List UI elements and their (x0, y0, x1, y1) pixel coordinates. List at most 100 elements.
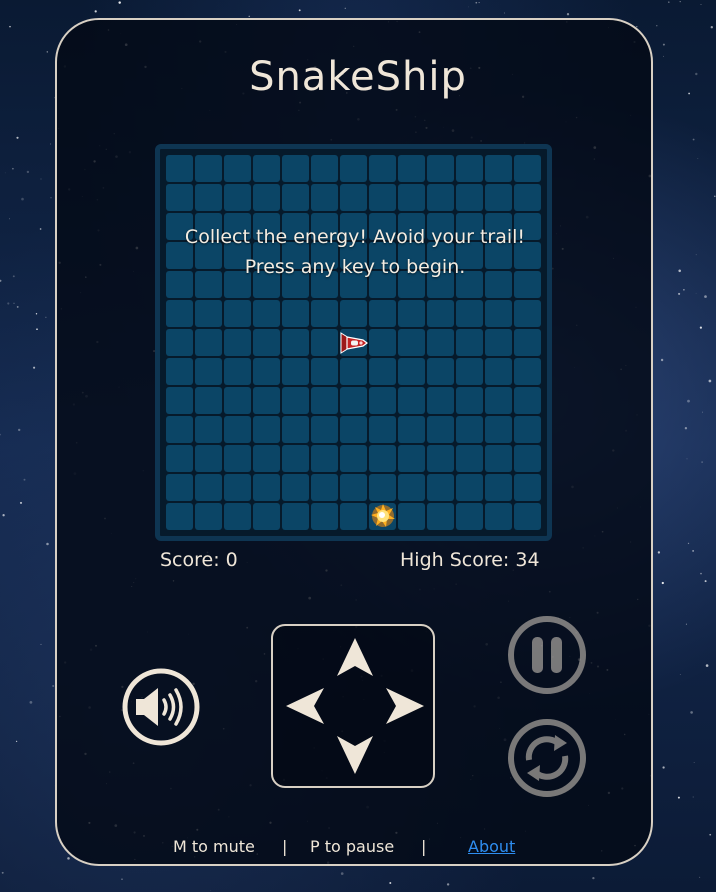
board-cell (514, 358, 541, 385)
board-cell (224, 503, 251, 530)
instruction-line-2: Press any key to begin. (244, 256, 466, 278)
board-cell (398, 155, 425, 182)
restart-button[interactable] (507, 718, 587, 798)
board-cell (340, 155, 367, 182)
board-cell (398, 387, 425, 414)
board-cell (369, 445, 396, 472)
board-cell (514, 184, 541, 211)
board-cell (253, 155, 280, 182)
board-cell (282, 387, 309, 414)
mute-button[interactable] (121, 667, 201, 747)
board-cell (485, 387, 512, 414)
board-cell (224, 445, 251, 472)
board-cell (195, 300, 222, 327)
board-cell (456, 358, 483, 385)
board-cell (398, 184, 425, 211)
board-cell (340, 300, 367, 327)
pause-button[interactable] (507, 615, 587, 695)
board-cell (427, 416, 454, 443)
instruction-line-1: Collect the energy! Avoid your trail! (184, 226, 526, 248)
board-cell (427, 474, 454, 501)
footer-separator: | (282, 837, 288, 856)
board-cell (253, 358, 280, 385)
board-cell (282, 445, 309, 472)
board-cell (456, 329, 483, 356)
board-cell (427, 387, 454, 414)
restart-icon (525, 735, 569, 781)
board-cell (224, 416, 251, 443)
board-cell (398, 300, 425, 327)
board-cell (485, 329, 512, 356)
board-cell (195, 416, 222, 443)
board-cell (282, 184, 309, 211)
board-cell (456, 300, 483, 327)
board-cell (166, 503, 193, 530)
board-cell (166, 387, 193, 414)
game-title: SnakeShip (249, 54, 467, 100)
board-cell (427, 445, 454, 472)
board-cell (514, 474, 541, 501)
energy-orb-icon (371, 504, 395, 527)
footer-separator: | (421, 837, 427, 856)
board-cell (485, 474, 512, 501)
board-cell (195, 387, 222, 414)
board-cell (427, 503, 454, 530)
board-cell (311, 329, 338, 356)
board-cell (340, 474, 367, 501)
board-cell (340, 445, 367, 472)
board-cell (282, 503, 309, 530)
board-cell (224, 184, 251, 211)
board-cell (282, 155, 309, 182)
board-cell (311, 416, 338, 443)
board-cell (369, 300, 396, 327)
board-cell (253, 387, 280, 414)
board-cell (166, 416, 193, 443)
board-cell (282, 474, 309, 501)
board-cell (427, 155, 454, 182)
board-cell (398, 445, 425, 472)
board-cell (456, 416, 483, 443)
board-cell (398, 503, 425, 530)
board-cell (369, 474, 396, 501)
board-cell (398, 474, 425, 501)
board-cell (456, 445, 483, 472)
board-cell (195, 358, 222, 385)
board-cell (282, 416, 309, 443)
speaker-icon (136, 688, 183, 726)
board-cell (369, 358, 396, 385)
instruction-message: Collect the energy! Avoid your trail! Pr… (0, 222, 710, 282)
board-cell (485, 358, 512, 385)
arrow-down-icon[interactable] (337, 734, 373, 774)
arrow-up-icon[interactable] (337, 638, 373, 678)
board-cell (311, 300, 338, 327)
board-cell (514, 416, 541, 443)
board-cell (224, 358, 251, 385)
board-cell (485, 445, 512, 472)
board-cell (195, 474, 222, 501)
board-cell (166, 329, 193, 356)
board-cell (485, 503, 512, 530)
board-cell (456, 155, 483, 182)
board-cell (369, 155, 396, 182)
board-cell (340, 358, 367, 385)
board-cell (456, 184, 483, 211)
board-cell (514, 155, 541, 182)
board-cell (456, 387, 483, 414)
board-cell (514, 503, 541, 530)
board-cell (427, 184, 454, 211)
about-link[interactable]: About (468, 837, 515, 856)
board-cell (340, 184, 367, 211)
arrow-left-icon[interactable] (286, 688, 326, 724)
board-cell (427, 329, 454, 356)
board-cell (166, 358, 193, 385)
board-cell (224, 329, 251, 356)
board-cell (311, 474, 338, 501)
board-cell (311, 445, 338, 472)
board-cell (311, 184, 338, 211)
board-cell (398, 358, 425, 385)
board-cell (282, 300, 309, 327)
board-cell (166, 445, 193, 472)
board-cell (514, 300, 541, 327)
board-cell (195, 503, 222, 530)
arrow-right-icon[interactable] (384, 688, 424, 724)
